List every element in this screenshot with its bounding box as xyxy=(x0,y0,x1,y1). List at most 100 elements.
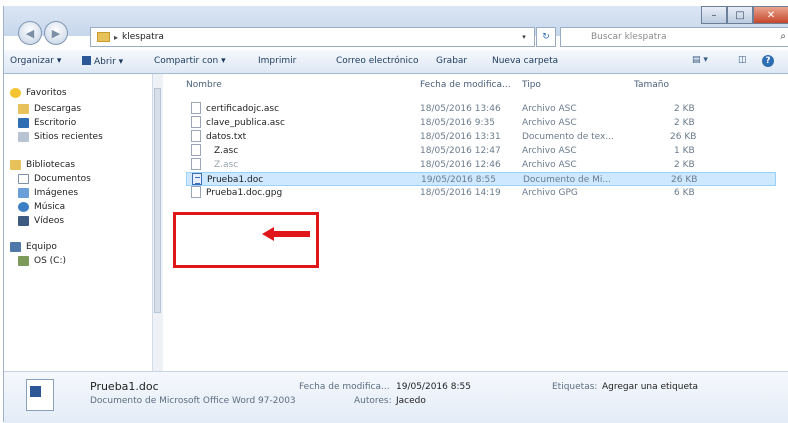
nav-favorites[interactable]: Favoritos xyxy=(10,86,67,100)
forward-arrow-icon: ▶ xyxy=(51,26,61,40)
share-button[interactable]: Compartir con ▾ xyxy=(154,56,226,66)
file-icon xyxy=(191,158,201,170)
nav-label: Favoritos xyxy=(26,88,67,98)
file-date: 18/05/2016 14:19 xyxy=(420,188,501,198)
nav-label: Imágenes xyxy=(34,188,79,198)
navigation-bar: ◀ ▶ ▸ klespatra ▾ ↻ Buscar klespatra ⌕ xyxy=(4,18,788,52)
nav-downloads[interactable]: Descargas xyxy=(18,102,81,116)
file-size: 2 KB xyxy=(674,118,695,128)
details-tags-value[interactable]: Agregar una etiqueta xyxy=(602,382,698,392)
details-tags-label: Etiquetas: xyxy=(552,382,598,392)
views-button[interactable]: ▤ ▾ xyxy=(692,55,708,65)
scrollbar-thumb[interactable] xyxy=(154,88,161,313)
file-row[interactable]: certificadojc.asc 18/05/2016 13:46 Archi… xyxy=(186,102,776,116)
nav-computer[interactable]: Equipo xyxy=(10,240,57,254)
address-bar[interactable]: ▸ klespatra ▾ xyxy=(90,27,535,47)
nav-drive-c[interactable]: OS (C:) xyxy=(18,254,66,268)
word-document-icon xyxy=(192,173,202,185)
file-date: 18/05/2016 9:35 xyxy=(420,118,495,128)
details-author-label: Autores: xyxy=(354,396,392,406)
file-date: 18/05/2016 13:31 xyxy=(420,132,501,142)
nav-videos[interactable]: Vídeos xyxy=(18,214,64,228)
nav-scrollbar[interactable] xyxy=(152,74,163,371)
nav-label: Descargas xyxy=(34,104,82,114)
nav-music[interactable]: Música xyxy=(18,200,65,214)
nav-label: OS (C:) xyxy=(34,256,66,266)
nav-label: Sitios recientes xyxy=(34,132,103,142)
preview-pane-button[interactable]: ◫ xyxy=(738,55,747,65)
file-name: Z.asc xyxy=(214,160,239,170)
command-bar: Organizar ▾ Abrir ▾ Compartir con ▾ Impr… xyxy=(4,50,788,74)
file-size: 2 KB xyxy=(674,104,695,114)
file-type: Documento de tex... xyxy=(522,132,614,142)
search-placeholder: Buscar klespatra xyxy=(591,32,667,42)
search-input[interactable]: Buscar klespatra ⌕ xyxy=(560,27,788,47)
column-header-size[interactable]: Tamaño xyxy=(634,80,669,90)
new-folder-button[interactable]: Nueva carpeta xyxy=(492,56,558,66)
file-type: Archivo ASC xyxy=(522,118,577,128)
forward-button[interactable]: ▶ xyxy=(44,21,68,45)
nav-recent[interactable]: Sitios recientes xyxy=(18,130,103,144)
file-row[interactable]: clave_publica.asc 18/05/2016 9:35 Archiv… xyxy=(186,116,776,130)
file-name: Prueba1.doc.gpg xyxy=(206,188,283,198)
file-name: certificadojc.asc xyxy=(206,104,280,114)
music-icon xyxy=(18,202,29,212)
column-header-date[interactable]: Fecha de modifica... xyxy=(420,80,511,90)
breadcrumb-current[interactable]: klespatra xyxy=(122,32,164,42)
organize-button[interactable]: Organizar ▾ xyxy=(10,56,61,66)
file-size: 26 KB xyxy=(670,132,697,142)
help-button[interactable]: ? xyxy=(762,55,774,67)
computer-icon xyxy=(10,242,21,252)
nav-images[interactable]: Imágenes xyxy=(18,186,78,200)
drive-icon xyxy=(18,256,29,266)
file-name: datos.txt xyxy=(206,132,247,142)
back-button[interactable]: ◀ xyxy=(18,21,42,45)
file-row[interactable]: datos.txt 18/05/2016 13:31 Documento de … xyxy=(186,130,776,144)
file-size: 26 KB xyxy=(671,175,698,185)
nav-label: Vídeos xyxy=(34,216,65,226)
burn-button[interactable]: Grabar xyxy=(436,56,467,66)
back-arrow-icon: ◀ xyxy=(25,26,35,40)
red-arrow-icon xyxy=(262,227,310,241)
file-name: clave_publica.asc xyxy=(206,118,285,128)
search-icon[interactable]: ⌕ xyxy=(780,31,786,42)
nav-label: Documentos xyxy=(34,174,91,184)
nav-libraries[interactable]: Bibliotecas xyxy=(10,158,75,172)
libraries-icon xyxy=(10,160,21,170)
file-name: Z.asc xyxy=(214,146,239,156)
file-type: Documento de Mi... xyxy=(523,175,611,185)
email-button[interactable]: Correo electrónico xyxy=(336,56,418,66)
file-date: 18/05/2016 12:46 xyxy=(420,160,501,170)
nav-label: Equipo xyxy=(26,242,57,252)
refresh-button[interactable]: ↻ xyxy=(536,27,556,47)
column-header-name[interactable]: Nombre xyxy=(186,80,222,90)
address-dropdown-icon[interactable]: ▾ xyxy=(514,28,534,46)
file-icon xyxy=(191,186,201,198)
file-size: 2 KB xyxy=(674,160,695,170)
file-row[interactable]: Z.asc 18/05/2016 12:47 Archivo ASC 1 KB xyxy=(186,144,776,158)
column-header-type[interactable]: Tipo xyxy=(522,80,541,90)
print-button[interactable]: Imprimir xyxy=(258,56,296,66)
file-type: Archivo GPG xyxy=(522,188,578,198)
file-row-selected[interactable]: Prueba1.doc 19/05/2016 8:55 Documento de… xyxy=(186,172,776,186)
nav-label: Música xyxy=(34,202,66,212)
videos-icon xyxy=(18,216,29,226)
desktop-icon xyxy=(18,118,29,128)
nav-desktop[interactable]: Escritorio xyxy=(18,116,76,130)
navigation-pane: Favoritos Descargas Escritorio Sitios re… xyxy=(4,74,153,371)
file-row[interactable]: Prueba1.doc.gpg 18/05/2016 14:19 Archivo… xyxy=(186,186,776,200)
file-date: 19/05/2016 8:55 xyxy=(421,175,496,185)
details-pane: Prueba1.doc Documento de Microsoft Offic… xyxy=(4,371,788,423)
file-icon xyxy=(191,144,201,156)
details-author-value[interactable]: Jacedo xyxy=(396,396,426,406)
text-file-icon xyxy=(191,130,201,142)
details-date-value: 19/05/2016 8:55 xyxy=(396,382,471,392)
open-button[interactable]: Abrir ▾ xyxy=(82,56,123,67)
nav-documents[interactable]: Documentos xyxy=(18,172,91,186)
file-row[interactable]: Z.asc 18/05/2016 12:46 Archivo ASC 2 KB xyxy=(186,158,776,172)
refresh-icon: ↻ xyxy=(542,32,550,42)
star-icon xyxy=(10,88,21,98)
open-label: Abrir ▾ xyxy=(94,57,124,67)
nav-label: Escritorio xyxy=(34,118,77,128)
file-date: 18/05/2016 13:46 xyxy=(420,104,501,114)
